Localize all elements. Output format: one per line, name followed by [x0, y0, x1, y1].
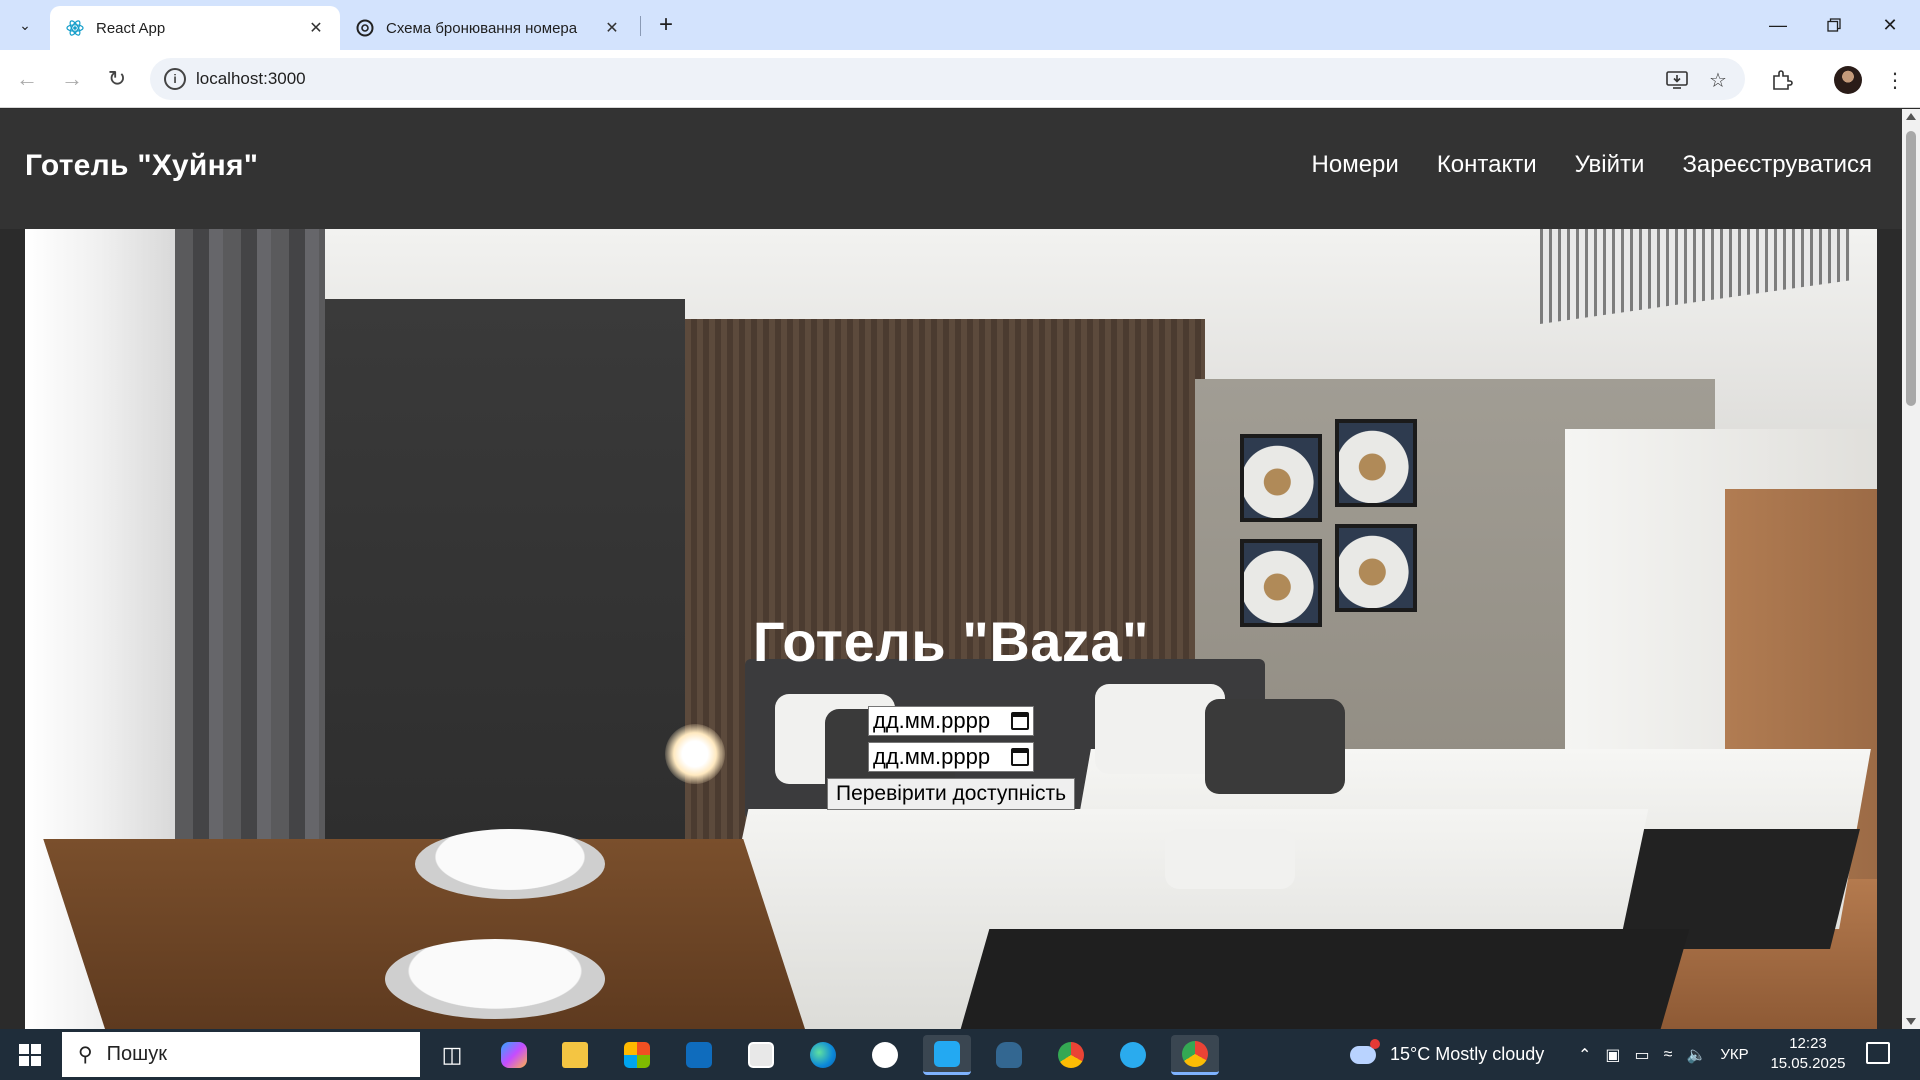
bookmark-star-icon[interactable]: ☆: [1706, 69, 1730, 92]
checkin-date-input[interactable]: дд.мм.рррр: [868, 706, 1034, 736]
microsoft-store-icon[interactable]: [613, 1035, 661, 1075]
outlook-icon[interactable]: [675, 1035, 723, 1075]
clock-time: 12:23: [1789, 1035, 1827, 1052]
calendar-icon[interactable]: [1011, 748, 1029, 766]
cloud-icon: [1350, 1038, 1380, 1064]
tab-booking-scheme[interactable]: Схема бронювання номера ✕: [340, 6, 636, 50]
restore-icon[interactable]: [1806, 0, 1862, 50]
taskbar-clock[interactable]: 12:23 15.05.2025: [1768, 1034, 1848, 1074]
availability-form: дд.мм.рррр дд.мм.рррр Перевірити доступн…: [0, 706, 1902, 810]
browser-toolbar: ← → ↻ i localhost:3000 ☆ ⋮: [0, 50, 1920, 108]
taskbar-search[interactable]: ⚲ Пошук: [62, 1032, 420, 1077]
browser-tab-strip: ⌄ React App ✕ Схема бронювання номера ✕ …: [0, 0, 1920, 50]
tab-title: React App: [96, 19, 166, 37]
vscode-icon[interactable]: [923, 1035, 971, 1075]
minimize-icon[interactable]: —: [1750, 0, 1806, 50]
postgresql-icon[interactable]: [985, 1035, 1033, 1075]
task-view-icon[interactable]: ◫: [428, 1035, 476, 1075]
language-indicator[interactable]: УКР: [1720, 1046, 1748, 1063]
openai-icon: [356, 19, 374, 37]
site-header: Готель "Хуйня" Номери Контакти Увійти За…: [0, 109, 1902, 229]
nav-register-link[interactable]: Зареєструватися: [1682, 151, 1872, 179]
windows-start-icon[interactable]: [10, 1039, 50, 1071]
windows-taskbar: ⚲ Пошук ◫ 15°C Mostly cloudy ⌃ ▣ ▭ ≈ 🔈 У…: [0, 1029, 1920, 1080]
close-tab-icon[interactable]: ✕: [306, 18, 326, 38]
chrome-profile-icon[interactable]: [1171, 1035, 1219, 1075]
tab-separator: [640, 16, 641, 36]
weather-widget[interactable]: 15°C Mostly cloudy: [1350, 1029, 1544, 1080]
site-nav: Номери Контакти Увійти Зареєструватися: [1312, 151, 1872, 179]
react-icon: [66, 19, 84, 37]
nav-rooms-link[interactable]: Номери: [1312, 151, 1399, 179]
nav-contacts-link[interactable]: Контакти: [1437, 151, 1537, 179]
back-arrow-icon[interactable]: ←: [10, 62, 44, 96]
wall-art: [1335, 524, 1417, 612]
check-availability-button[interactable]: Перевірити доступність: [826, 778, 1076, 810]
browser-menu-icon[interactable]: ⋮: [1880, 66, 1910, 94]
taskbar-search-placeholder: Пошук: [106, 1043, 167, 1065]
search-icon: ⚲: [78, 1044, 93, 1066]
wifi-icon[interactable]: ≈: [1664, 1046, 1673, 1064]
chevron-up-icon[interactable]: ⌃: [1578, 1045, 1591, 1065]
scroll-up-icon[interactable]: [1906, 113, 1916, 120]
page-viewport: Готель "Хуйня" Номери Контакти Увійти За…: [0, 109, 1902, 1029]
install-app-icon[interactable]: [1665, 69, 1689, 91]
notifications-icon[interactable]: [1866, 1042, 1890, 1064]
github-icon[interactable]: [861, 1035, 909, 1075]
volume-icon[interactable]: 🔈: [1686, 1045, 1706, 1065]
close-window-icon[interactable]: ✕: [1862, 0, 1918, 50]
telegram-icon[interactable]: [1109, 1035, 1157, 1075]
checkout-date-value: дд.мм.рррр: [873, 744, 991, 769]
address-url: localhost:3000: [196, 69, 306, 88]
checkout-date-input[interactable]: дд.мм.рррр: [868, 742, 1034, 772]
meet-now-icon[interactable]: ▣: [1605, 1045, 1620, 1065]
scrollbar-thumb[interactable]: [1906, 131, 1916, 406]
system-tray: ⌃ ▣ ▭ ≈ 🔈 УКР: [1578, 1029, 1749, 1080]
reload-icon[interactable]: ↻: [100, 62, 134, 96]
file-explorer-icon[interactable]: [551, 1035, 599, 1075]
new-tab-plus-icon[interactable]: +: [651, 10, 681, 40]
tab-title: Схема бронювання номера: [386, 19, 578, 37]
site-info-icon[interactable]: i: [164, 68, 186, 90]
copilot-icon[interactable]: [490, 1035, 538, 1075]
chrome-icon[interactable]: [1047, 1035, 1095, 1075]
weather-text: 15°C Mostly cloudy: [1390, 1044, 1545, 1064]
address-bar[interactable]: i localhost:3000 ☆: [150, 58, 1745, 100]
profile-avatar[interactable]: [1834, 66, 1862, 94]
wall-art: [1240, 434, 1322, 522]
clock-date: 15.05.2025: [1770, 1055, 1846, 1072]
checkin-date-value: дд.мм.рррр: [873, 708, 991, 733]
site-logo[interactable]: Готель "Хуйня": [25, 149, 258, 183]
page-scrollbar[interactable]: [1902, 109, 1920, 1029]
remote-desktop-icon[interactable]: [737, 1035, 785, 1075]
calendar-icon[interactable]: [1011, 712, 1029, 730]
nav-login-link[interactable]: Увійти: [1575, 151, 1645, 179]
extensions-icon[interactable]: [1767, 66, 1797, 94]
wall-art: [1335, 419, 1417, 507]
battery-icon[interactable]: ▭: [1635, 1045, 1650, 1065]
scroll-down-icon[interactable]: [1906, 1018, 1916, 1025]
hero-title: Готель "Baza": [752, 610, 1150, 673]
close-tab-icon[interactable]: ✕: [602, 18, 622, 38]
tab-react-app[interactable]: React App ✕: [50, 6, 340, 50]
forward-arrow-icon[interactable]: →: [55, 62, 89, 96]
edge-icon[interactable]: [799, 1035, 847, 1075]
tab-search-chevron-icon[interactable]: ⌄: [8, 8, 42, 42]
